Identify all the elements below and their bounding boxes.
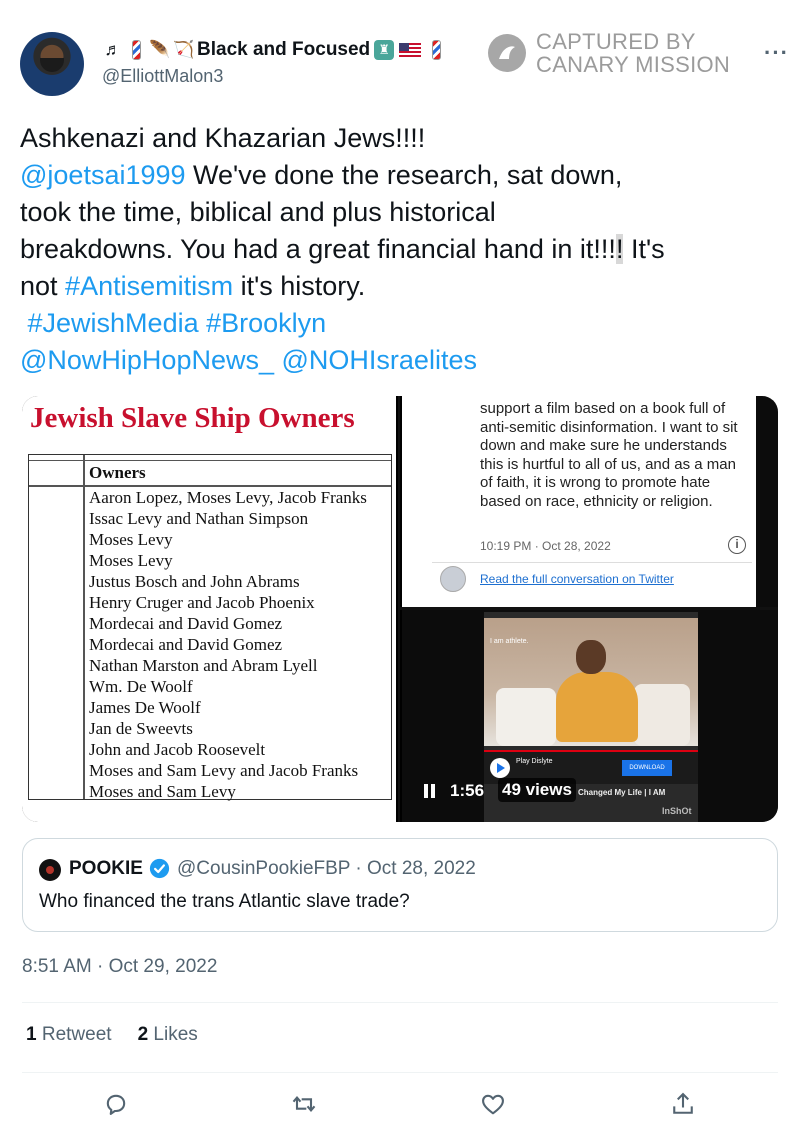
owner-row: Jan de Sweevts <box>89 719 193 738</box>
video-brand: InShOt <box>662 806 692 816</box>
tweet-timestamp[interactable]: 8:51 AM · Oct 29, 2022 <box>22 956 217 978</box>
pause-icon[interactable] <box>424 784 436 798</box>
tweet-line: took the time, biblical and plus histori… <box>20 197 496 227</box>
read-conversation-link: Read the full conversation on Twitter <box>480 572 674 586</box>
image-title: Jewish Slave Ship Owners <box>30 402 355 434</box>
likes-label: Likes <box>153 1024 198 1045</box>
owners-list: Aaron Lopez, Moses Levy, Jacob Franks Iss… <box>89 487 367 802</box>
tweet-header: ♬ 🪶 🏹 Black and Focused ♜ @ElliottMalon3… <box>20 28 790 100</box>
author-handle[interactable]: @ElliottMalon3 <box>102 66 223 87</box>
canary-logo-icon <box>488 34 526 72</box>
engagement-stats: 1 Retweet 2 Likes <box>26 1024 198 1046</box>
tweet-line: not <box>20 271 66 301</box>
statue-of-liberty-icon: ♜ <box>374 40 395 60</box>
owner-row: Issac Levy and Nathan Simpson <box>89 509 309 528</box>
music-note-icon: ♬ <box>104 40 122 59</box>
barber-pole-icon <box>132 40 141 60</box>
quoted-text: Who financed the trans Atlantic slave tr… <box>39 891 410 912</box>
tweet-body: Ashkenazi and Khazarian Jews!!!! @joetsa… <box>20 120 785 379</box>
owner-row: Moses Levy <box>89 530 173 549</box>
video-elapsed-time: 1:56 <box>450 781 485 800</box>
retweet-icon[interactable] <box>290 1090 318 1118</box>
info-icon: i <box>728 536 746 554</box>
embedded-timestamp: 10:19 PM · Oct 28, 2022 <box>480 539 611 553</box>
embedded-quote-text: support a film based on a book full of a… <box>480 400 738 510</box>
reply-icon[interactable] <box>102 1090 130 1118</box>
like-icon[interactable] <box>479 1090 507 1118</box>
canary-mission-watermark: CAPTURED BY CANARY MISSION <box>488 30 730 76</box>
tweet-line: Ashkenazi and Khazarian Jews!!!! <box>20 123 426 153</box>
feather-icon: 🪶 <box>149 40 171 59</box>
quoted-meta: @CousinPookieFBP · Oct 28, 2022 <box>177 858 476 879</box>
owner-row: Mordecai and David Gomez <box>89 614 283 633</box>
table-header: Owners <box>89 463 146 482</box>
watermark-line2: CANARY MISSION <box>536 52 731 77</box>
likes-count: 2 <box>137 1024 149 1045</box>
tweet-line: it's history. <box>233 271 366 301</box>
hashtag-link[interactable]: #JewishMedia <box>28 308 199 338</box>
retweets-count: 1 <box>26 1024 37 1045</box>
owner-row: John and Jacob Roosevelt <box>89 740 266 759</box>
tweet-line: It's <box>623 234 665 264</box>
owners-table: Owners Aaron Lopez, Moses Levy, Jacob Fr… <box>28 454 392 802</box>
us-flag-icon <box>399 42 422 58</box>
quoted-tweet[interactable]: POOKIE @CousinPookieFBP · Oct 28, 2022 W… <box>22 838 778 932</box>
share-icon[interactable] <box>669 1090 697 1118</box>
divider <box>22 1072 778 1073</box>
media-grid: Jewish Slave Ship Owners Owners Aaron Lo… <box>22 396 778 822</box>
quoted-author-name: POOKIE <box>69 858 143 879</box>
retweets-label: Retweet <box>41 1024 112 1045</box>
mention-link[interactable]: @joetsai1999 <box>20 160 186 190</box>
author-name-row[interactable]: ♬ 🪶 🏹 Black and Focused ♜ <box>102 38 447 62</box>
hashtag-link[interactable]: #Antisemitism <box>65 271 233 301</box>
quoted-avatar <box>39 859 61 881</box>
tweet-line: We've done the research, sat down, <box>185 160 623 190</box>
ad-app-name: Play Dislyte <box>516 758 553 765</box>
media-image-tweet-screenshot[interactable]: support a film based on a book full of a… <box>400 396 778 607</box>
barber-pole-icon <box>432 40 442 60</box>
play-store-icon <box>490 758 510 778</box>
more-options-icon[interactable]: ··· <box>764 40 789 66</box>
tweet-line: breakdowns. You had a great financial ha… <box>20 234 616 264</box>
media-image-table[interactable]: Jewish Slave Ship Owners Owners Aaron Lo… <box>22 396 398 822</box>
ad-download-button: DOWNLOAD <box>622 760 672 776</box>
owner-row: Moses and Sam Levy <box>89 782 236 801</box>
owner-row: Moses Levy <box>89 551 173 570</box>
owner-row: Aaron Lopez, Moses Levy, Jacob Franks <box>89 488 367 507</box>
owner-row: Henry Cruger and Jacob Phoenix <box>89 593 315 612</box>
author-display-name: Black and Focused <box>197 39 371 60</box>
likes-stat[interactable]: 2 Likes <box>138 1024 198 1046</box>
owner-row: Justus Bosch and John Abrams <box>89 572 300 591</box>
owner-row: Wm. De Woolf <box>89 677 193 696</box>
owner-row: Nathan Marston and Abram Lyell <box>89 656 318 675</box>
retweets-stat[interactable]: 1 Retweet <box>26 1024 112 1046</box>
verified-badge-icon <box>149 858 170 879</box>
media-video[interactable]: I am athlete. Play Dislyte DOWNLOAD Chan… <box>400 610 778 822</box>
video-thumbnail: I am athlete. <box>484 618 698 746</box>
owner-row: James De Woolf <box>89 698 201 717</box>
watermark-line1: CAPTURED BY <box>536 29 696 54</box>
video-overlay-text: I am athlete. <box>490 638 529 645</box>
mention-link[interactable]: @NOHIsraelites <box>282 345 477 375</box>
mention-link[interactable]: @NowHipHopNews_ <box>20 345 274 375</box>
bow-arrow-icon: 🏹 <box>173 40 195 59</box>
video-title: Changed My Life | I AM <box>578 788 666 797</box>
divider <box>22 1002 778 1003</box>
video-view-count: 49 views <box>498 778 576 802</box>
embedded-avatar <box>440 566 466 592</box>
action-bar <box>0 1084 800 1124</box>
hashtag-link[interactable]: #Brooklyn <box>206 308 326 338</box>
author-avatar[interactable] <box>20 32 84 96</box>
owner-row: Mordecai and David Gomez <box>89 635 283 654</box>
owner-row: Moses and Sam Levy and Jacob Franks <box>89 761 359 780</box>
